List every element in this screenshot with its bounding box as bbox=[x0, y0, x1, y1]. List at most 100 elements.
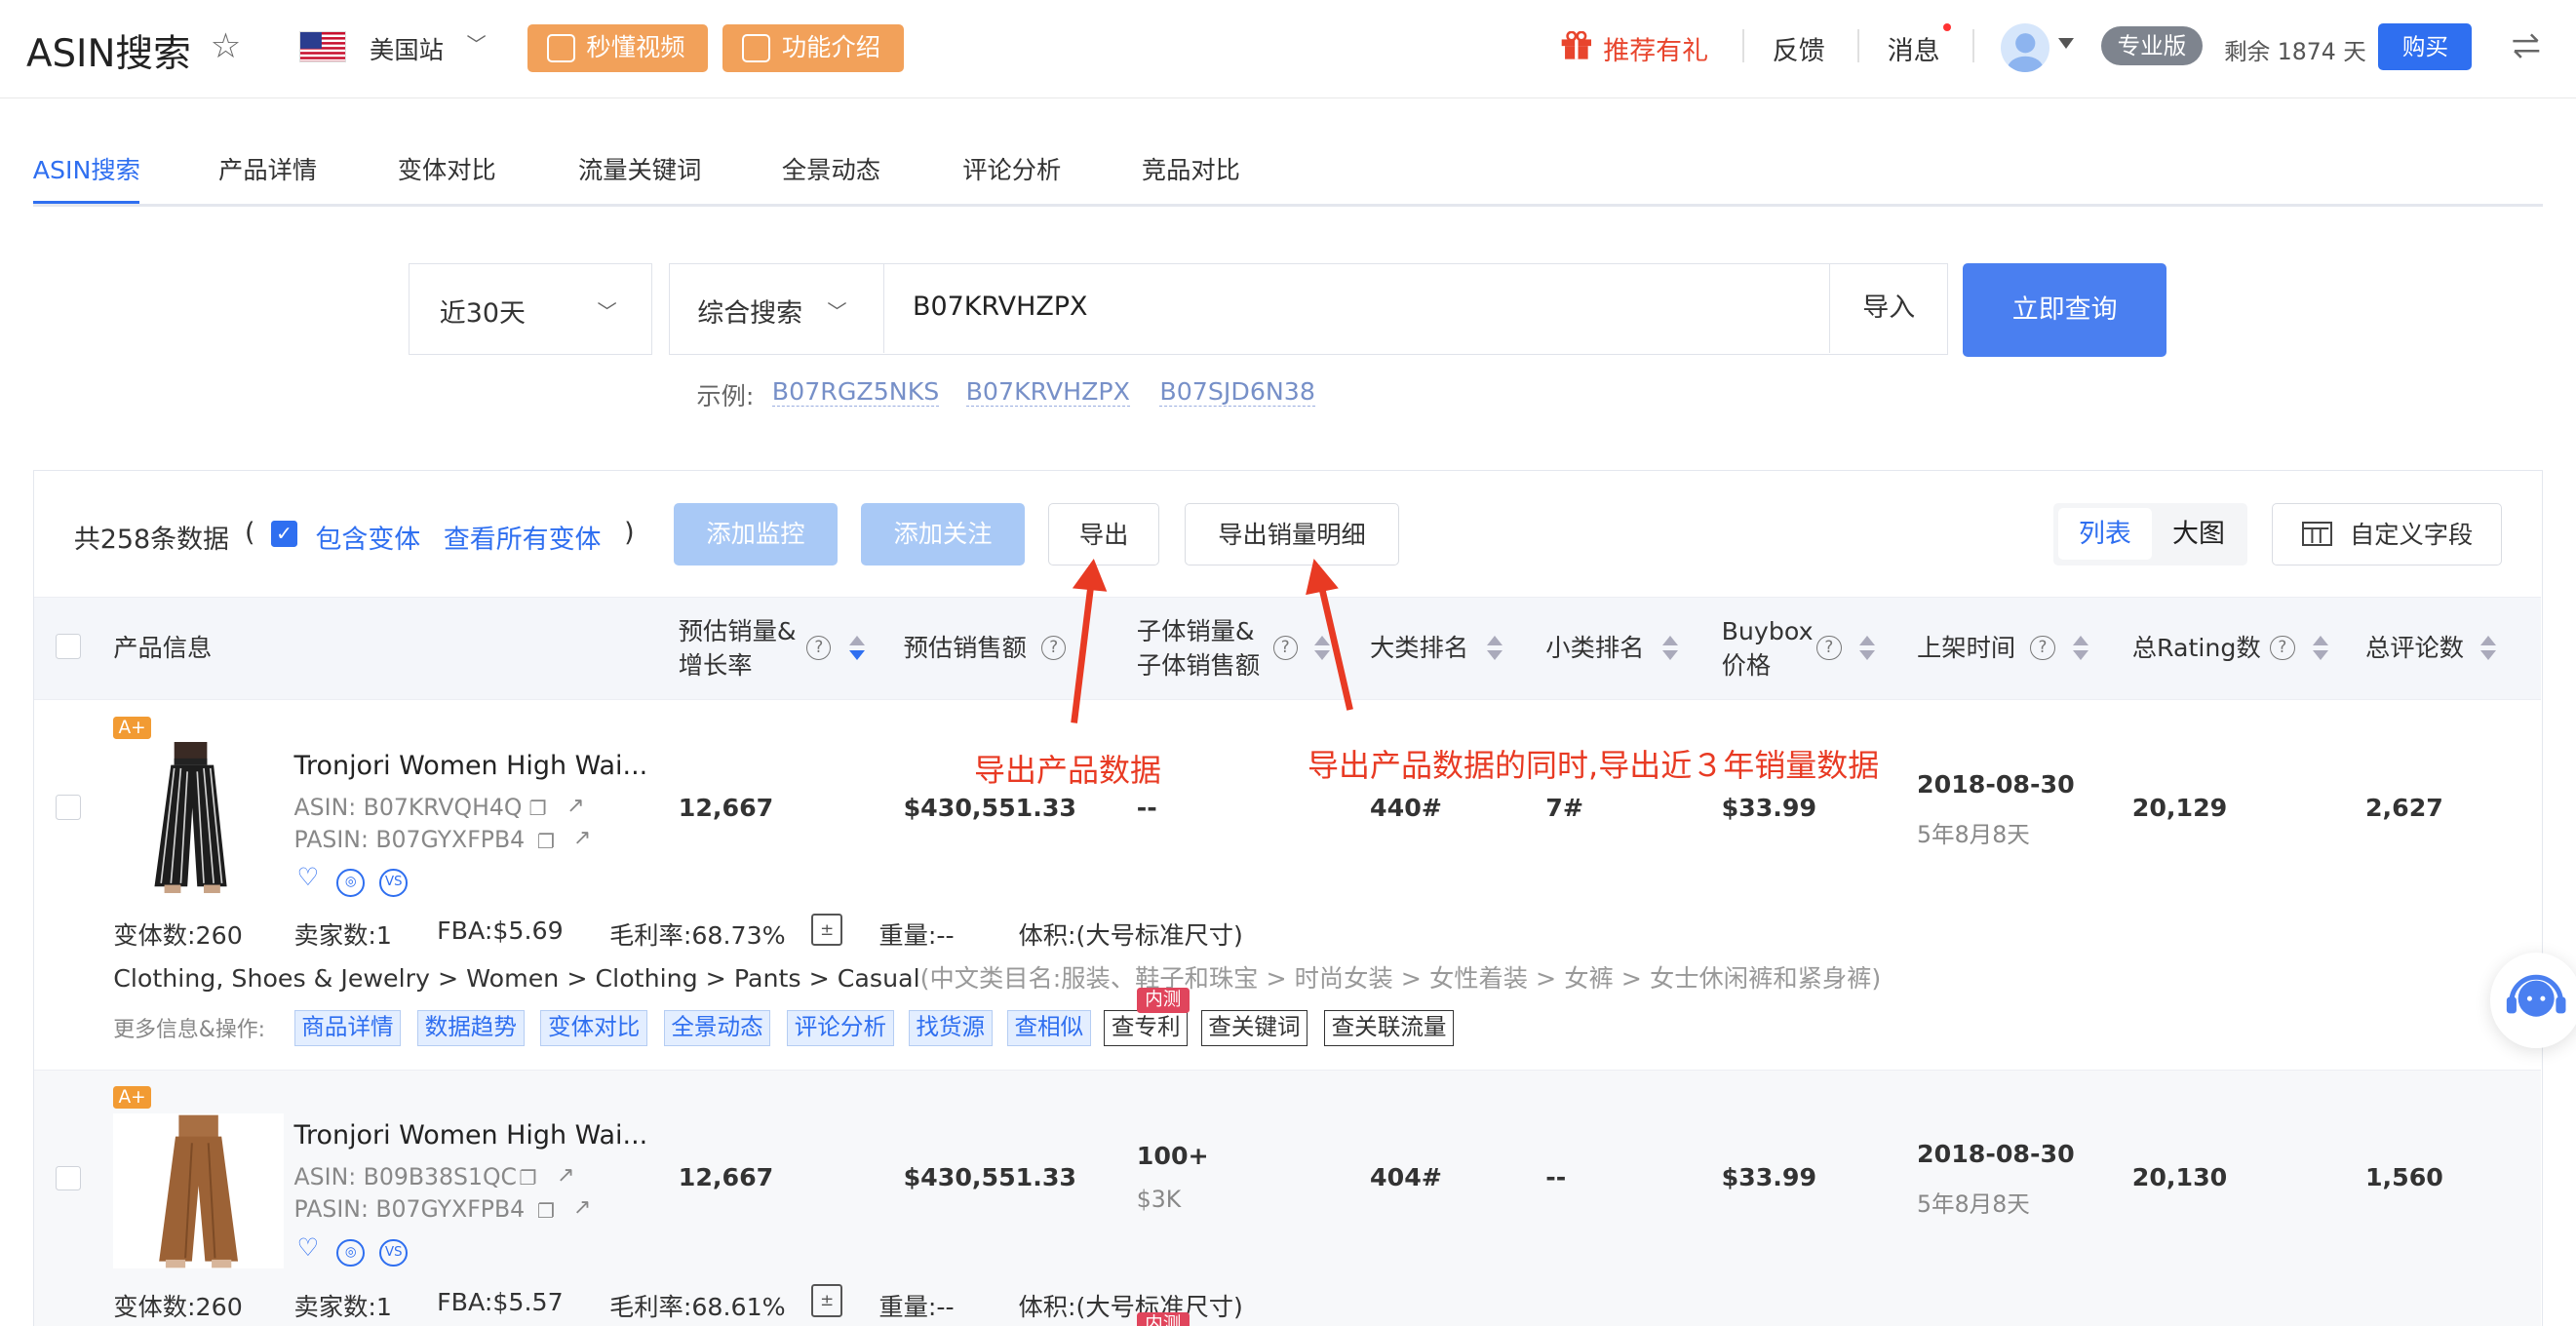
row-checkbox[interactable] bbox=[56, 1166, 81, 1191]
tab-product-detail[interactable]: 产品详情 bbox=[218, 151, 317, 186]
col-ratings[interactable]: 总Rating数 bbox=[2132, 631, 2261, 665]
help-icon[interactable]: ? bbox=[2270, 635, 2295, 661]
small-rank[interactable]: 7# bbox=[1545, 794, 1583, 822]
seller-count: 卖家数:1 bbox=[293, 921, 392, 951]
period-select[interactable]: 近30天 ﹀ bbox=[409, 262, 652, 355]
search-submit-button[interactable]: 立即查询 bbox=[1963, 262, 2167, 357]
vs-icon[interactable]: VS bbox=[379, 1238, 409, 1268]
example-link[interactable]: B07RGZ5NKS bbox=[771, 377, 940, 408]
sort-icon[interactable] bbox=[2313, 635, 2329, 662]
view-big-button[interactable]: 大图 bbox=[2155, 508, 2242, 561]
sort-icon[interactable] bbox=[1859, 635, 1876, 662]
view-list-button[interactable]: 列表 bbox=[2057, 507, 2152, 561]
chevron-down-icon[interactable]: ﹀ bbox=[466, 29, 486, 58]
tab-review-analysis[interactable]: 评论分析 bbox=[962, 151, 1061, 186]
switch-icon[interactable] bbox=[2510, 31, 2543, 60]
category-path[interactable]: Clothing, Shoes & Jewelry > Women > Clot… bbox=[113, 959, 1881, 994]
calculator-icon[interactable]: ± bbox=[811, 1284, 843, 1318]
copy-icon[interactable]: ❐ bbox=[528, 797, 546, 820]
big-rank[interactable]: 404# bbox=[1370, 1163, 1442, 1191]
tag-variant-compare[interactable]: 变体对比 bbox=[540, 1010, 648, 1047]
include-variants-checkbox[interactable]: ✓ bbox=[270, 521, 297, 547]
col-est-revenue[interactable]: 预估销售额 bbox=[904, 631, 1027, 665]
example-link[interactable]: B07SJD6N38 bbox=[1159, 377, 1315, 408]
vs-icon[interactable]: VS bbox=[379, 869, 409, 898]
tag-related-traffic[interactable]: 查关联流量 bbox=[1323, 1010, 1455, 1047]
tag-data-trend[interactable]: 数据趋势 bbox=[416, 1010, 525, 1047]
tag-review-analysis[interactable]: 评论分析 bbox=[786, 1010, 894, 1047]
help-icon[interactable]: ? bbox=[1816, 635, 1842, 661]
col-est-sales[interactable]: 预估销量& 增长率 bbox=[679, 614, 797, 683]
sort-icon[interactable] bbox=[2073, 635, 2089, 662]
camera-icon[interactable]: ◎ bbox=[336, 869, 366, 898]
view-all-variants-link[interactable]: 查看所有变体 bbox=[444, 518, 602, 556]
divider bbox=[1742, 29, 1745, 62]
product-title[interactable]: Tronjori Women High Wai... bbox=[294, 751, 648, 781]
tag-product-detail[interactable]: 商品详情 bbox=[293, 1010, 402, 1047]
product-title[interactable]: Tronjori Women High Wai... bbox=[294, 1120, 648, 1150]
buy-button[interactable]: 购买 bbox=[2378, 22, 2473, 71]
copy-icon[interactable]: ❐ bbox=[537, 1199, 555, 1223]
export-detail-button[interactable]: 导出销量明细 bbox=[1184, 502, 1400, 566]
tab-competitor-compare[interactable]: 竞品对比 bbox=[1142, 151, 1240, 186]
star-icon[interactable]: ☆ bbox=[211, 26, 242, 66]
col-big-rank[interactable]: 大类排名 bbox=[1370, 631, 1468, 665]
small-rank[interactable]: -- bbox=[1545, 1163, 1566, 1191]
sort-icon[interactable] bbox=[2479, 635, 2497, 662]
external-link-icon[interactable]: ↗ bbox=[573, 826, 591, 850]
copy-icon[interactable]: ❐ bbox=[519, 1166, 536, 1190]
col-small-rank[interactable]: 小类排名 bbox=[1545, 631, 1644, 665]
camera-icon[interactable]: ◎ bbox=[336, 1238, 366, 1268]
tab-traffic-keywords[interactable]: 流量关键词 bbox=[578, 151, 701, 186]
big-rank[interactable]: 440# bbox=[1370, 794, 1442, 822]
search-mode-select[interactable]: 综合搜索 ﹀ bbox=[670, 263, 885, 353]
custom-fields-button[interactable]: 自定义字段 bbox=[2271, 502, 2502, 566]
product-image[interactable] bbox=[113, 1113, 285, 1268]
external-link-icon[interactable]: ↗ bbox=[566, 794, 584, 818]
intro-button[interactable]: 功能介绍 bbox=[722, 24, 904, 73]
intro-button-label: 功能介绍 bbox=[781, 33, 880, 62]
tag-find-source[interactable]: 找货源 bbox=[908, 1010, 993, 1047]
sort-icon[interactable] bbox=[848, 635, 866, 662]
customer-service-button[interactable] bbox=[2490, 953, 2576, 1048]
tab-variant-compare[interactable]: 变体对比 bbox=[398, 151, 496, 186]
gift-link[interactable]: 推荐有礼 bbox=[1603, 29, 1708, 67]
export-button[interactable]: 导出 bbox=[1047, 502, 1160, 566]
include-variants-label[interactable]: 包含变体 bbox=[315, 518, 420, 556]
col-buybox[interactable]: Buybox 价格 bbox=[1722, 614, 1814, 683]
tab-asin-search[interactable]: ASIN搜索 bbox=[33, 151, 140, 186]
row-checkbox[interactable] bbox=[56, 795, 81, 820]
tab-panorama[interactable]: 全景动态 bbox=[782, 151, 880, 186]
caret-down-icon[interactable] bbox=[2057, 37, 2074, 49]
search-input[interactable]: B07KRVHZPX bbox=[913, 292, 1088, 322]
add-follow-button[interactable]: 添加关注 bbox=[860, 502, 1026, 566]
custom-fields-label: 自定义字段 bbox=[2349, 520, 2474, 549]
tag-panorama[interactable]: 全景动态 bbox=[663, 1010, 771, 1047]
col-listed[interactable]: 上架时间 bbox=[1917, 631, 2015, 665]
us-flag-icon bbox=[298, 31, 347, 62]
feedback-link[interactable]: 反馈 bbox=[1773, 29, 1825, 67]
tag-keywords[interactable]: 查关键词 bbox=[1200, 1010, 1308, 1047]
messages-link[interactable]: 消息 bbox=[1888, 29, 1940, 67]
gift-icon[interactable] bbox=[1560, 30, 1593, 60]
avatar[interactable] bbox=[2000, 22, 2050, 73]
tag-find-similar[interactable]: 查相似 bbox=[1006, 1010, 1091, 1047]
sort-icon[interactable] bbox=[1486, 635, 1503, 662]
tag-patent[interactable]: 查专利 bbox=[1104, 1010, 1189, 1047]
add-monitor-button[interactable]: 添加监控 bbox=[673, 502, 839, 566]
copy-icon[interactable]: ❐ bbox=[537, 830, 555, 853]
sort-icon[interactable] bbox=[1661, 635, 1679, 662]
site-selector[interactable]: 美国站 bbox=[370, 31, 444, 66]
select-all-checkbox[interactable] bbox=[56, 634, 81, 659]
help-icon[interactable]: ? bbox=[2030, 635, 2055, 661]
external-link-icon[interactable]: ↗ bbox=[557, 1163, 574, 1188]
col-reviews[interactable]: 总评论数 bbox=[2365, 631, 2464, 665]
heart-icon[interactable]: ♡ bbox=[294, 865, 323, 894]
example-link[interactable]: B07KRVHZPX bbox=[965, 377, 1130, 408]
calculator-icon[interactable]: ± bbox=[811, 913, 843, 947]
product-image[interactable] bbox=[141, 742, 243, 894]
external-link-icon[interactable]: ↗ bbox=[573, 1195, 591, 1220]
video-button[interactable]: 秒懂视频 bbox=[527, 24, 709, 73]
import-button[interactable]: 导入 bbox=[1829, 263, 1947, 353]
heart-icon[interactable]: ♡ bbox=[294, 1234, 323, 1265]
